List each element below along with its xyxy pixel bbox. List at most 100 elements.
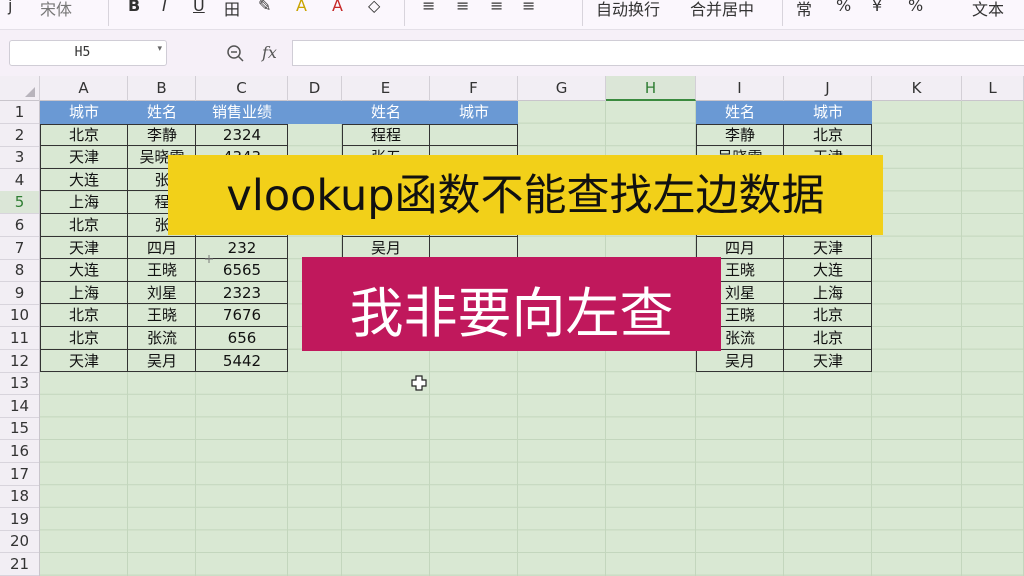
table1-header-cell[interactable]: 姓名 <box>128 101 196 124</box>
percent-button[interactable]: % <box>836 0 851 15</box>
align-left-button[interactable]: ≡ <box>422 0 435 15</box>
row-header-20[interactable]: 20 <box>0 530 39 554</box>
table2-header-cell[interactable]: 姓名 <box>342 101 430 124</box>
row-header-16[interactable]: 16 <box>0 440 39 463</box>
fill-handle-icon[interactable] <box>205 255 213 263</box>
column-header-f[interactable]: F <box>430 76 518 101</box>
column-header-d[interactable]: D <box>288 76 342 101</box>
number-format-dropdown[interactable]: 常 <box>796 0 812 20</box>
row-header-15[interactable]: 15 <box>0 417 39 441</box>
row-header-6[interactable]: 6 <box>0 214 39 237</box>
table1-cell[interactable]: 2323 <box>196 282 288 305</box>
row-header-12[interactable]: 12 <box>0 350 39 373</box>
column-header-c[interactable]: C <box>196 76 288 101</box>
table1-header-cell[interactable]: 销售业绩 <box>196 101 288 124</box>
italic-button[interactable]: I <box>162 0 167 15</box>
row-header-18[interactable]: 18 <box>0 485 39 509</box>
column-header-k[interactable]: K <box>872 76 962 101</box>
column-header-b[interactable]: B <box>128 76 196 101</box>
table3-cell[interactable]: 李静 <box>696 124 784 147</box>
toolbar-item[interactable]: j <box>8 0 12 15</box>
table1-cell[interactable]: 吴月 <box>128 350 196 373</box>
fx-icon[interactable]: fx <box>262 43 277 62</box>
table3-header-cell[interactable]: 城市 <box>784 101 872 124</box>
align-justify-button[interactable]: ≡ <box>522 0 535 15</box>
table1-cell[interactable]: 天津 <box>40 237 128 260</box>
table1-cell[interactable]: 大连 <box>40 259 128 282</box>
table1-cell[interactable]: 李静 <box>128 124 196 147</box>
table2-cell[interactable] <box>430 124 518 147</box>
align-right-button[interactable]: ≡ <box>490 0 503 15</box>
border-button[interactable]: 田 <box>224 0 240 20</box>
font-name-dropdown[interactable]: 宋体 <box>40 0 72 20</box>
column-header-e[interactable]: E <box>342 76 430 101</box>
table1-cell[interactable]: 北京 <box>40 327 128 350</box>
table1-cell[interactable]: 刘星 <box>128 282 196 305</box>
table1-header-cell[interactable]: 城市 <box>40 101 128 124</box>
align-center-button[interactable]: ≡ <box>456 0 469 15</box>
wrap-text-button[interactable]: 自动换行 <box>596 0 660 20</box>
table1-cell[interactable]: 北京 <box>40 214 128 237</box>
column-header-g[interactable]: G <box>518 76 606 101</box>
font-color-button[interactable]: A <box>332 0 343 15</box>
table2-cell[interactable]: 程程 <box>342 124 430 147</box>
chevron-down-icon[interactable]: ▾ <box>157 44 162 54</box>
row-header-11[interactable]: 11 <box>0 327 39 350</box>
table2-header-cell[interactable]: 城市 <box>430 101 518 124</box>
table1-cell[interactable]: 上海 <box>40 191 128 214</box>
row-header-4[interactable]: 4 <box>0 169 39 192</box>
decimal-button[interactable]: % <box>908 0 923 15</box>
column-header-j[interactable]: J <box>784 76 872 101</box>
row-header-8[interactable]: 8 <box>0 259 39 283</box>
column-header-h[interactable]: H <box>606 76 696 101</box>
table1-cell[interactable]: 2324 <box>196 124 288 147</box>
bold-button[interactable]: B <box>128 0 140 15</box>
row-header-17[interactable]: 17 <box>0 463 39 486</box>
text-format-dropdown[interactable]: 文本 <box>972 0 1004 20</box>
table3-cell[interactable]: 北京 <box>784 327 872 350</box>
table1-cell[interactable]: 大连 <box>40 169 128 192</box>
column-header-i[interactable]: I <box>696 76 784 101</box>
table3-cell[interactable]: 天津 <box>784 350 872 373</box>
table3-cell[interactable]: 上海 <box>784 282 872 305</box>
fill-color-button[interactable]: A <box>296 0 307 15</box>
merge-center-button[interactable]: 合并居中 <box>690 0 754 20</box>
table1-cell[interactable]: 天津 <box>40 146 128 169</box>
column-header-l[interactable]: L <box>962 76 1024 101</box>
table3-cell[interactable]: 天津 <box>784 237 872 260</box>
table1-cell[interactable]: 四月 <box>128 237 196 260</box>
clear-format-button[interactable]: ◇ <box>368 0 380 15</box>
row-header-14[interactable]: 14 <box>0 395 39 418</box>
table1-cell[interactable]: 7676 <box>196 304 288 327</box>
row-header-3[interactable]: 3 <box>0 146 39 170</box>
row-header-7[interactable]: 7 <box>0 237 39 260</box>
column-header-a[interactable]: A <box>40 76 128 101</box>
row-header-1[interactable]: 1 <box>0 101 39 124</box>
row-header-21[interactable]: 21 <box>0 553 39 576</box>
row-header-13[interactable]: 13 <box>0 372 39 396</box>
table1-cell[interactable]: 北京 <box>40 304 128 327</box>
table1-cell[interactable]: 天津 <box>40 350 128 373</box>
row-header-5[interactable]: 5 <box>0 191 39 215</box>
name-box[interactable]: H5 ▾ <box>9 40 167 66</box>
table1-cell[interactable]: 北京 <box>40 124 128 147</box>
table3-cell[interactable]: 北京 <box>784 124 872 147</box>
select-all-corner[interactable] <box>0 76 40 101</box>
format-painter-button[interactable]: ✎ <box>258 0 271 15</box>
table3-cell[interactable]: 吴月 <box>696 350 784 373</box>
row-header-2[interactable]: 2 <box>0 124 39 147</box>
table1-cell[interactable]: 656 <box>196 327 288 350</box>
table1-cell[interactable]: 王晓 <box>128 304 196 327</box>
underline-button[interactable]: U <box>193 0 205 15</box>
currency-button[interactable]: ¥ <box>872 0 882 15</box>
formula-input[interactable] <box>292 40 1024 66</box>
table1-cell[interactable]: 上海 <box>40 282 128 305</box>
table3-header-cell[interactable]: 姓名 <box>696 101 784 124</box>
table3-cell[interactable]: 北京 <box>784 304 872 327</box>
table1-cell[interactable]: 5442 <box>196 350 288 373</box>
row-header-19[interactable]: 19 <box>0 508 39 531</box>
table3-cell[interactable]: 大连 <box>784 259 872 282</box>
table1-cell[interactable]: 王晓 <box>128 259 196 282</box>
row-header-10[interactable]: 10 <box>0 304 39 328</box>
table1-cell[interactable]: 张流 <box>128 327 196 350</box>
